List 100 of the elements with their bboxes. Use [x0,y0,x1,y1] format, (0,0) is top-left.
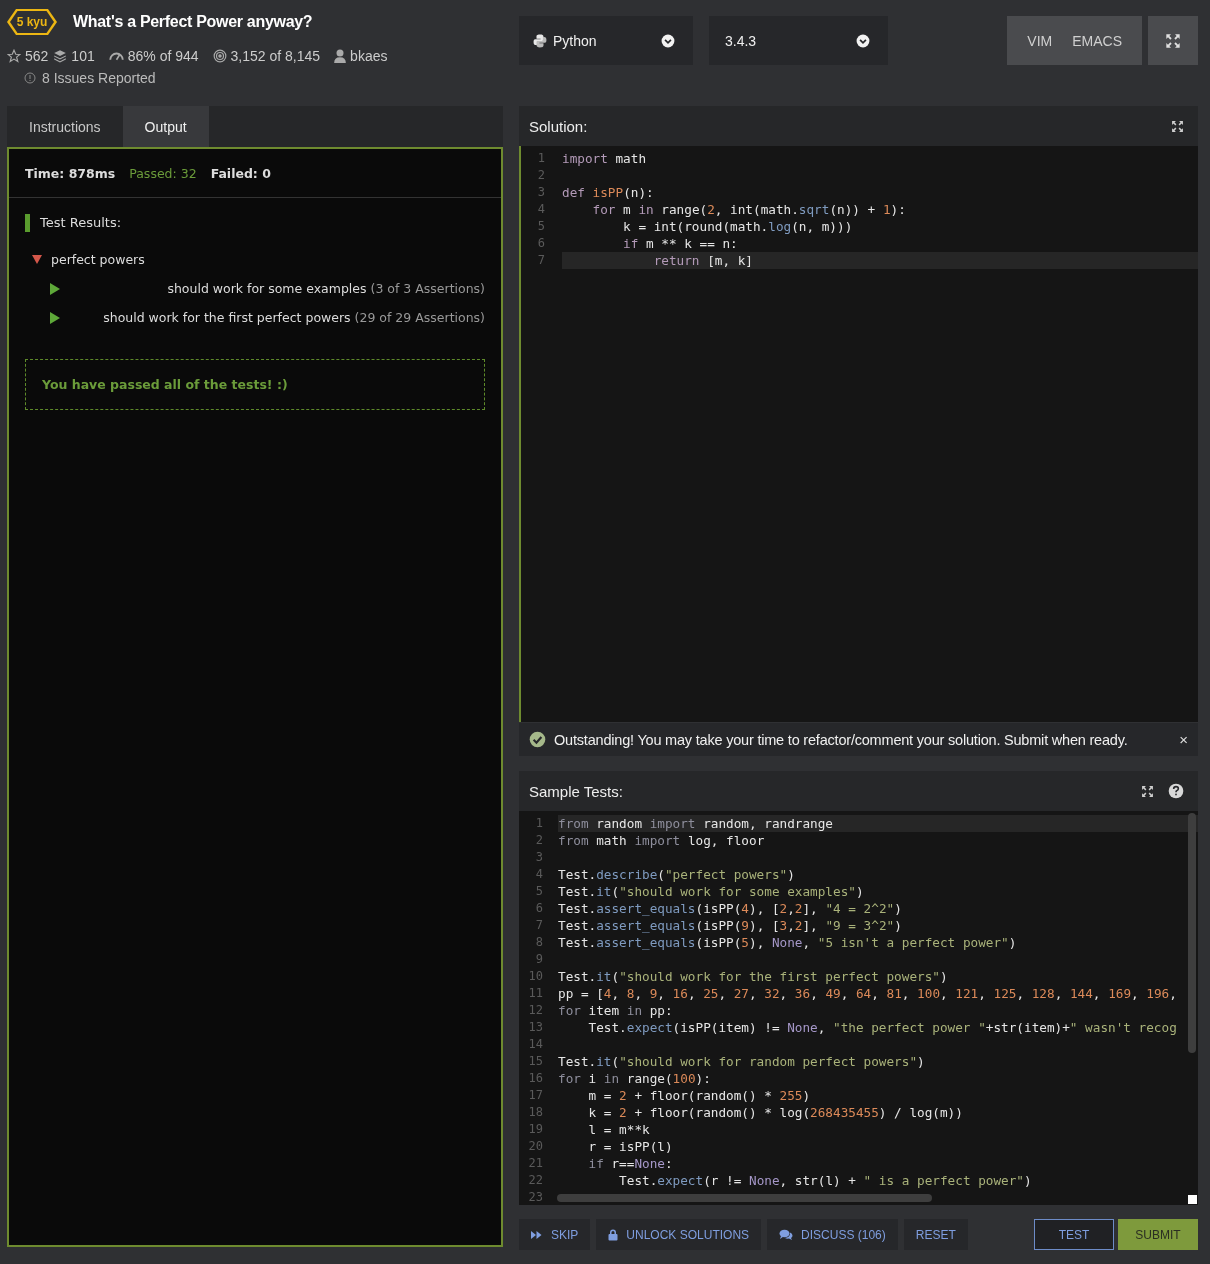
line-number: 13 [527,1019,544,1036]
success-message: You have passed all of the tests! :) [25,359,485,410]
close-button[interactable]: × [1179,731,1188,748]
scrollbar-corner [1188,1195,1197,1204]
chevron-down-icon [856,33,870,48]
code-line: Test.assert_equals(isPP(9), [3,2], "9 = 3^2") [558,917,903,934]
author-name[interactable]: bkaes [350,48,388,64]
lock-icon [608,1228,619,1241]
code-line: r = isPP(l) [587,1138,674,1155]
stat-value: 86% of 944 [127,48,199,64]
unlock-button[interactable]: UNLOCK SOLUTIONS [596,1219,762,1250]
line-number: 22 [527,1172,544,1189]
line-number: 19 [527,1121,544,1138]
code-line: Test.assert_equals(isPP(4), [2,2], "4 = 2^2") [558,900,903,917]
results-heading: Test Results: [25,214,485,232]
line-number: 5 [534,883,544,900]
code-line: for i in range(100): [558,1070,712,1087]
code-line: Test.it("should work for random perfect powers") [558,1053,926,1070]
code-line: Test.it("should work for the first perfect powers") [558,968,949,985]
line-number: 3 [534,849,544,866]
code-editor[interactable] [519,811,1198,1205]
reset-button[interactable]: RESET [903,1219,968,1250]
code-line: def isPP(n): [562,184,655,201]
code-editor[interactable]: 1 import math 2 3 def isPP(n): 4 for m in range(2, int(math.sqrt(n)) + 1): 5 k = int(round(math.log(n, m))) 6 if m ** k == n: 7 return [m, k] [519,146,1198,722]
expanded-arrow-icon[interactable] [32,255,42,264]
submit-button[interactable]: SUBMIT [1118,1219,1198,1250]
code-line: for item in pp: [558,1002,674,1019]
line-number: 9 [534,951,544,968]
version-dropdown[interactable]: 3.4.3 [709,16,888,65]
code-line: if r==None: [587,1155,674,1172]
test-title[interactable]: perfect powers [51,252,145,267]
line-number: 15 [527,1053,544,1070]
line-number: 17 [527,1087,544,1104]
line-number: 3 [536,184,546,201]
kata-title: What's a Perfect Power anyway? [73,13,313,31]
speech-bubbles-icon [779,1228,794,1241]
code-line: Test.assert_equals(isPP(5), None, "5 isn't a perfect power") [558,934,1018,951]
time-label: Time: 878ms [25,166,116,181]
fullscreen-button[interactable] [1148,16,1198,65]
layers-icon [53,49,68,63]
keymap-button[interactable]: EMACS [1064,16,1130,65]
line-number: 18 [527,1104,544,1121]
code-line: Test.expect(r != None, str(l) + " is a perfect power") [618,1172,1033,1189]
code-line: m = 2 + floor(random() * 255) [587,1087,812,1104]
keymap-button[interactable]: VIM [1019,16,1061,65]
failed-count: Failed: 0 [210,166,271,181]
help-icon [1168,783,1184,799]
code-line: Test.expect(isPP(item) != None, "the perfect power "+str(item)+" wasn't recog [587,1019,1178,1036]
line-number: 6 [534,900,544,917]
line-number: 2 [536,167,546,184]
line-number: 1 [536,150,546,167]
skip-button[interactable]: SKIP [519,1219,591,1250]
panel-title: Solution: [529,117,589,135]
line-number: 6 [536,235,546,252]
line-number: 16 [527,1070,544,1087]
gauge-icon [108,51,124,61]
tab[interactable]: Instructions [7,106,123,147]
line-number: 4 [536,201,546,218]
scrollbar-thumb[interactable] [557,1194,932,1202]
line-number: 11 [527,985,544,1002]
line-number: 12 [527,1002,544,1019]
check-circle-icon [529,731,546,748]
code-line: Test.describe("perfect powers") [558,866,796,883]
star-icon [7,49,21,63]
python-icon [533,33,547,48]
stat-value: 562 [25,48,49,64]
code-line: k = int(round(math.log(n, m))) [622,218,854,235]
line-number: 21 [527,1155,544,1172]
rank-badge: 5 kyu [7,9,57,35]
line-number: 23 [527,1189,544,1205]
line-number: 20 [527,1138,544,1155]
user-icon [334,49,347,63]
chevron-down-icon [661,33,675,48]
notice-text: Outstanding! You may take your time to refactor/comment your solution. Submit when ready. [554,731,1129,748]
line-number: 8 [534,934,544,951]
test-title[interactable]: should work for some examples (3 of 3 Assertions) [167,281,485,296]
code-line: from math import log, floor [558,832,766,849]
line-number: 4 [534,866,544,883]
language-dropdown[interactable]: Python [519,16,693,65]
discuss-button[interactable]: DISCUSS (106) [767,1219,898,1250]
line-number: 2 [534,832,544,849]
issues-link[interactable]: 8 Issues Reported [42,70,156,86]
line-number: 7 [534,917,544,934]
line-number: 14 [527,1036,544,1053]
test-button[interactable]: TEST [1034,1219,1114,1250]
code-line: Test.it("should work for some examples") [558,883,865,900]
code-line: for m in range(2, int(math.sqrt(n)) + 1): [591,201,907,218]
expand-icon [1141,784,1154,798]
code-line: l = m**k [587,1121,651,1138]
stat-value: 3,152 of 8,145 [230,48,321,64]
expand-icon [1171,119,1184,133]
code-line: k = 2 + floor(random() * log(268435455) / log(m)) [587,1104,964,1121]
code-line: if m ** k == n: [622,235,739,252]
scrollbar-thumb[interactable] [1188,813,1196,1053]
line-number: 7 [536,252,546,269]
tab[interactable]: Output [122,106,209,147]
code-line: import math [562,150,648,167]
test-title[interactable]: should work for the first perfect powers (29 of 29 Assertions) [103,310,485,325]
panel-title: Sample Tests: [529,782,624,800]
passed-count: Passed: 32 [129,166,197,181]
